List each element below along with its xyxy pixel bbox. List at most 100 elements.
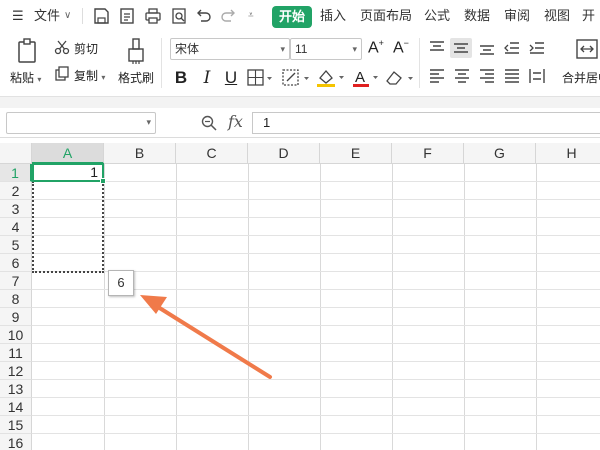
font-name-select[interactable]: 宋体 ▾ [170,38,290,60]
tab-page-layout[interactable]: 页面布局 [360,0,412,32]
decrease-indent-icon[interactable] [503,40,521,56]
font-color-icon[interactable]: A [352,68,380,88]
increase-indent-icon[interactable] [528,40,546,56]
paste-dropdown-icon[interactable]: ▾ [37,75,41,84]
merge-center-button[interactable]: 合并居中 [562,69,600,86]
italic-icon[interactable]: I [198,68,216,88]
clear-format-icon[interactable] [384,69,414,87]
row-header-5[interactable]: 5 [0,236,32,254]
bold-icon[interactable]: B [172,68,190,88]
borders-icon[interactable] [247,69,273,87]
column-header-b[interactable]: B [104,143,176,164]
column-header-a[interactable]: A [32,143,104,164]
file-chevron-down-icon[interactable]: ∨ [64,0,71,32]
row-header-9[interactable]: 9 [0,308,32,326]
row-header-1[interactable]: 1 [0,164,32,182]
align-top-icon[interactable] [428,40,446,56]
cut-button[interactable]: 剪切 [74,40,98,57]
fill-handle[interactable] [100,178,106,184]
zoom-search-icon[interactable] [200,114,218,132]
chevron-down-icon: ▾ [146,117,151,127]
paste-icon[interactable] [16,38,40,64]
increase-font-icon[interactable]: A+ [368,38,384,57]
tab-formulas[interactable]: 公式 [424,0,450,32]
tab-view[interactable]: 视图 [544,0,570,32]
align-bottom-icon[interactable] [478,40,496,56]
divider [82,8,83,24]
hamburger-icon[interactable]: ☰ [12,0,24,32]
tab-developer[interactable]: 开发 [582,0,600,55]
tab-review[interactable]: 审阅 [504,0,530,32]
tab-start[interactable]: 开始 [272,6,312,28]
row-header-10[interactable]: 10 [0,326,32,344]
format-painter-icon[interactable] [126,37,146,65]
format-painter-button[interactable]: 格式刷 [118,69,154,86]
row-header-7[interactable]: 7 [0,272,32,290]
row-header-8[interactable]: 8 [0,290,32,308]
scissors-icon[interactable] [54,39,70,55]
gridline [32,397,600,398]
gridline [32,415,600,416]
align-center-icon[interactable] [453,68,471,84]
fill-color-icon[interactable] [316,68,346,88]
chevron-down-icon: ▾ [280,44,285,54]
distributed-align-icon[interactable] [528,68,546,84]
undo-icon[interactable] [194,7,212,25]
paste-label: 粘贴 [10,71,35,85]
column-header-c[interactable]: C [176,143,248,164]
justify-icon[interactable] [503,68,521,84]
paste-button[interactable]: 粘贴 ▾ [10,69,41,86]
column-header-f[interactable]: F [392,143,464,164]
merge-center-icon[interactable] [575,37,599,61]
underline-icon[interactable]: U [222,68,240,88]
row-header-4[interactable]: 4 [0,218,32,236]
gridline [32,307,600,308]
save-icon[interactable] [92,7,110,25]
svg-text:A: A [355,69,365,86]
name-box[interactable]: ▾ [6,112,156,134]
column-header-g[interactable]: G [464,143,536,164]
row-header-11[interactable]: 11 [0,344,32,362]
export-icon[interactable] [118,7,136,25]
divider [161,38,162,88]
decrease-font-icon[interactable]: A− [393,38,409,57]
row-header-6[interactable]: 6 [0,254,32,272]
column-header-d[interactable]: D [248,143,320,164]
align-left-icon[interactable] [428,68,446,84]
tab-insert[interactable]: 插入 [320,0,346,32]
copy-button[interactable]: 复制 ▾ [74,67,105,84]
row-header-2[interactable]: 2 [0,182,32,200]
row-header-12[interactable]: 12 [0,362,32,380]
gridline [32,343,600,344]
select-all-corner[interactable] [0,143,32,164]
column-header-h[interactable]: H [536,143,600,164]
align-right-icon[interactable] [478,68,496,84]
active-cell-border [32,163,104,182]
formula-bar: ▾ fx 1 [0,108,600,138]
tab-data[interactable]: 数据 [464,0,490,32]
gridline [32,379,600,380]
fx-icon[interactable]: fx [228,112,243,131]
row-header-3[interactable]: 3 [0,200,32,218]
fill-pattern-icon[interactable] [282,69,310,87]
row-header-14[interactable]: 14 [0,398,32,416]
divider [419,38,420,88]
quick-access-more-icon[interactable]: ⩡ [248,0,254,32]
row-header-15[interactable]: 15 [0,416,32,434]
formula-input[interactable]: 1 [252,112,600,134]
font-size-select[interactable]: 11 ▾ [290,38,362,60]
print-icon[interactable] [144,7,162,25]
toolbar-separator [0,96,600,108]
redo-icon[interactable] [220,7,238,25]
copy-icon[interactable] [54,66,70,82]
print-preview-icon[interactable] [170,7,188,25]
menu-file[interactable]: 文件 [34,0,60,32]
spreadsheet-grid[interactable]: A B C D E F G H 1 2 3 4 5 6 7 8 9 10 11 … [0,143,600,450]
row-header-13[interactable]: 13 [0,380,32,398]
align-middle-icon[interactable] [450,38,472,58]
fill-range-outline [32,181,104,273]
column-header-e[interactable]: E [320,143,392,164]
row-header-16[interactable]: 16 [0,434,32,450]
copy-dropdown-icon[interactable]: ▾ [101,73,105,82]
gridline [32,253,600,254]
